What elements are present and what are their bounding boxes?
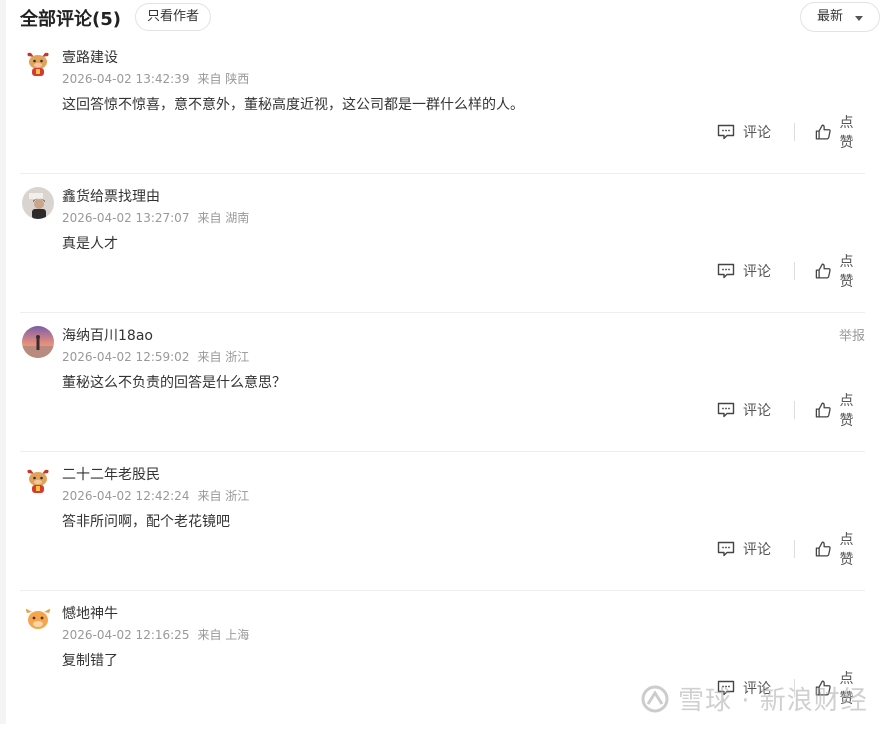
comment-label: 评论 <box>743 264 771 280</box>
timestamp: 2026-04-02 13:42:39 <box>62 72 190 86</box>
snowball-logo-icon <box>641 685 669 712</box>
watermark: 雪球 · 新浪财经 <box>640 680 868 717</box>
location: 来自 陕西 <box>197 72 250 86</box>
like-button[interactable]: 点赞 <box>815 532 865 568</box>
comment-actions: 评论 点赞 <box>695 115 865 151</box>
user-avatar[interactable] <box>22 326 54 358</box>
location: 来自 上海 <box>197 628 250 642</box>
comment-meta: 2026-04-02 12:59:02 来自 浙江 <box>62 348 249 365</box>
user-avatar[interactable] <box>22 48 54 80</box>
bull-icon <box>22 604 54 636</box>
comment-icon <box>717 124 735 140</box>
thumbs-up-icon <box>815 541 831 557</box>
comment-item: 鑫货给票找理由 2026-04-02 13:27:07 来自 湖南 真是人才 评论… <box>20 173 865 313</box>
timestamp: 2026-04-02 12:42:24 <box>62 489 190 503</box>
divider <box>794 123 795 141</box>
timestamp: 2026-04-02 12:16:25 <box>62 628 190 642</box>
comment-meta: 2026-04-02 13:42:39 来自 陕西 <box>62 70 249 87</box>
comment-button[interactable]: 评论 <box>717 261 771 281</box>
chevron-down-icon <box>855 16 863 21</box>
comment-text: 真是人才 <box>62 236 118 252</box>
user-avatar[interactable] <box>22 187 54 219</box>
comment-icon <box>717 541 735 557</box>
comment-label: 评论 <box>743 542 771 558</box>
thumbs-up-icon <box>815 263 831 279</box>
like-label: 点赞 <box>839 532 854 568</box>
watermark-text: 雪球 · 新浪财经 <box>678 686 868 716</box>
user-avatar[interactable] <box>22 604 54 636</box>
comment-icon <box>717 263 735 279</box>
comment-text: 答非所问啊，配个老花镜吧 <box>62 514 230 530</box>
comment-button[interactable]: 评论 <box>717 122 771 142</box>
comment-item: 壹路建设 2026-04-02 13:42:39 来自 陕西 这回答惊不惊喜，意不… <box>20 34 865 174</box>
ox-icon <box>22 48 54 80</box>
username[interactable]: 壹路建设 <box>62 47 118 67</box>
sunset-avatar-icon <box>22 326 54 358</box>
report-link[interactable]: 举报 <box>839 325 865 344</box>
divider <box>794 540 795 558</box>
location: 来自 湖南 <box>197 211 250 225</box>
comment-meta: 2026-04-02 13:27:07 来自 湖南 <box>62 209 249 226</box>
like-label: 点赞 <box>839 254 854 290</box>
photo-avatar-icon <box>22 187 54 219</box>
comment-actions: 评论 点赞 <box>695 532 865 568</box>
comment-text: 复制错了 <box>62 653 118 669</box>
sort-label: 最新 <box>817 9 844 24</box>
like-label: 点赞 <box>839 115 854 151</box>
location: 来自 浙江 <box>197 350 250 364</box>
comment-text: 这回答惊不惊喜，意不意外，董秘高度近视，这公司都是一群什么样的人。 <box>62 97 524 113</box>
like-button[interactable]: 点赞 <box>815 393 865 429</box>
comment-meta: 2026-04-02 12:16:25 来自 上海 <box>62 626 249 643</box>
like-label: 点赞 <box>839 393 854 429</box>
author-only-button[interactable]: 只看作者 <box>135 3 211 31</box>
comment-label: 评论 <box>743 403 771 419</box>
comment-text: 董秘这么不负责的回答是什么意思？ <box>62 375 286 391</box>
username[interactable]: 二十二年老股民 <box>62 464 160 484</box>
comment-icon <box>717 402 735 418</box>
comment-button[interactable]: 评论 <box>717 539 771 559</box>
timestamp: 2026-04-02 12:59:02 <box>62 350 190 364</box>
thumbs-up-icon <box>815 124 831 140</box>
thumbs-up-icon <box>815 402 831 418</box>
location: 来自 浙江 <box>197 489 250 503</box>
like-button[interactable]: 点赞 <box>815 254 865 290</box>
username[interactable]: 鑫货给票找理由 <box>62 186 160 206</box>
ox-icon <box>22 465 54 497</box>
sort-dropdown[interactable]: 最新 <box>800 2 880 32</box>
comment-meta: 2026-04-02 12:42:24 来自 浙江 <box>62 487 249 504</box>
timestamp: 2026-04-02 13:27:07 <box>62 211 190 225</box>
like-button[interactable]: 点赞 <box>815 115 865 151</box>
divider <box>794 262 795 280</box>
user-avatar[interactable] <box>22 465 54 497</box>
left-border <box>0 0 6 724</box>
comments-header: 全部评论(5) 只看作者 最新 <box>20 0 883 34</box>
divider <box>794 401 795 419</box>
comment-item: 海纳百川18ao 举报 2026-04-02 12:59:02 来自 浙江 董秘这… <box>20 312 865 452</box>
comment-actions: 评论 点赞 <box>695 393 865 429</box>
comment-item: 二十二年老股民 2026-04-02 12:42:24 来自 浙江 答非所问啊，配… <box>20 451 865 591</box>
username[interactable]: 憾地神牛 <box>62 603 118 623</box>
comment-button[interactable]: 评论 <box>717 400 771 420</box>
username[interactable]: 海纳百川18ao <box>62 325 153 345</box>
comments-title: 全部评论(5) <box>20 9 121 30</box>
comment-actions: 评论 点赞 <box>695 254 865 290</box>
comment-label: 评论 <box>743 125 771 141</box>
